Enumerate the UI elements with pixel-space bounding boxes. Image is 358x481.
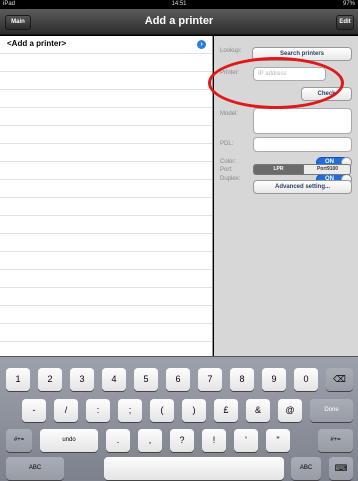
pdl-label: PDL:: [220, 141, 234, 147]
key-question[interactable]: ?: [170, 429, 194, 452]
list-row-empty: [0, 252, 212, 270]
battery-level: 97%: [342, 1, 355, 7]
port-segmented-control[interactable]: LPR Port9100: [253, 164, 351, 175]
key-semicolon[interactable]: ;: [118, 399, 142, 422]
list-row-empty: [0, 288, 212, 306]
key-comma[interactable]: ,: [138, 429, 162, 452]
status-bar: iPad 14:51 97%: [0, 0, 358, 9]
list-row-empty: [0, 54, 212, 72]
key-1[interactable]: 1: [6, 368, 30, 391]
list-row-empty: [0, 342, 212, 356]
key-slash[interactable]: /: [54, 399, 78, 422]
key-pound[interactable]: £: [214, 399, 238, 422]
list-item-label: <Add a printer>: [7, 39, 67, 48]
key-exclamation[interactable]: !: [202, 429, 226, 452]
edit-button[interactable]: Edit: [336, 15, 354, 30]
list-row-empty: [0, 180, 212, 198]
key-colon[interactable]: :: [86, 399, 110, 422]
list-row-empty: [0, 324, 212, 342]
hide-keyboard-key[interactable]: ⌨: [329, 457, 353, 480]
backspace-key[interactable]: ⌫: [326, 368, 353, 391]
key-3[interactable]: 3: [70, 368, 94, 391]
info-icon[interactable]: ›: [197, 40, 206, 49]
key-2[interactable]: 2: [38, 368, 62, 391]
list-row-empty: [0, 216, 212, 234]
list-row-empty: [0, 234, 212, 252]
highlight-annotation: [208, 57, 344, 109]
key-open-paren[interactable]: (: [150, 399, 174, 422]
key-0[interactable]: 0: [294, 368, 318, 391]
list-row-empty: [0, 72, 212, 90]
symbols-key-left[interactable]: #+=: [6, 429, 32, 452]
key-close-paren[interactable]: ): [182, 399, 206, 422]
key-ampersand[interactable]: &: [246, 399, 270, 422]
model-label: Model:: [220, 111, 239, 117]
printer-list: <Add a printer> ›: [0, 36, 213, 356]
key-at[interactable]: @: [278, 399, 302, 422]
list-row-empty: [0, 126, 212, 144]
keyboard-icon: ⌨: [334, 463, 348, 473]
list-row-empty: [0, 90, 212, 108]
space-key[interactable]: [104, 457, 284, 480]
navigation-bar: Main Add a printer Edit: [0, 9, 358, 35]
key-9[interactable]: 9: [262, 368, 286, 391]
color-label: Color:: [220, 159, 237, 165]
key-7[interactable]: 7: [198, 368, 222, 391]
abc-key-right[interactable]: ABC: [291, 457, 321, 480]
advanced-setting-button[interactable]: Advanced setting...: [253, 180, 352, 194]
key-apostrophe[interactable]: ': [234, 429, 258, 452]
key-quote[interactable]: ": [266, 429, 290, 452]
port-label: Port:: [220, 167, 233, 173]
duplex-label: Duplex:: [220, 176, 241, 182]
list-row-empty: [0, 198, 212, 216]
list-row-empty: [0, 306, 212, 324]
on-screen-keyboard: 1 2 3 4 5 6 7 8 9 0 ⌫ - / : ; ( ) £ & @ …: [0, 356, 358, 481]
key-period[interactable]: .: [106, 429, 130, 452]
key-6[interactable]: 6: [166, 368, 190, 391]
model-field[interactable]: [253, 108, 352, 134]
symbols-key-right[interactable]: #+=: [318, 429, 353, 452]
list-row-empty: [0, 270, 212, 288]
list-row-empty: [0, 108, 212, 126]
backspace-icon: ⌫: [333, 374, 346, 384]
key-hyphen[interactable]: -: [22, 399, 46, 422]
clock: 14:51: [171, 1, 187, 7]
lookup-label: Lookup:: [220, 48, 242, 54]
abc-key-left[interactable]: ABC: [6, 457, 64, 480]
done-key[interactable]: Done: [310, 399, 353, 422]
key-5[interactable]: 5: [134, 368, 158, 391]
port-9100-segment[interactable]: Port9100: [303, 165, 350, 174]
page-title: Add a printer: [144, 15, 214, 27]
port-lpr-segment[interactable]: LPR: [254, 165, 303, 174]
list-item-add-printer[interactable]: <Add a printer> ›: [0, 36, 212, 54]
list-row-empty: [0, 162, 212, 180]
list-row-empty: [0, 144, 212, 162]
key-4[interactable]: 4: [102, 368, 126, 391]
undo-key[interactable]: undo: [40, 429, 98, 452]
key-8[interactable]: 8: [230, 368, 254, 391]
pdl-field[interactable]: [253, 137, 352, 152]
